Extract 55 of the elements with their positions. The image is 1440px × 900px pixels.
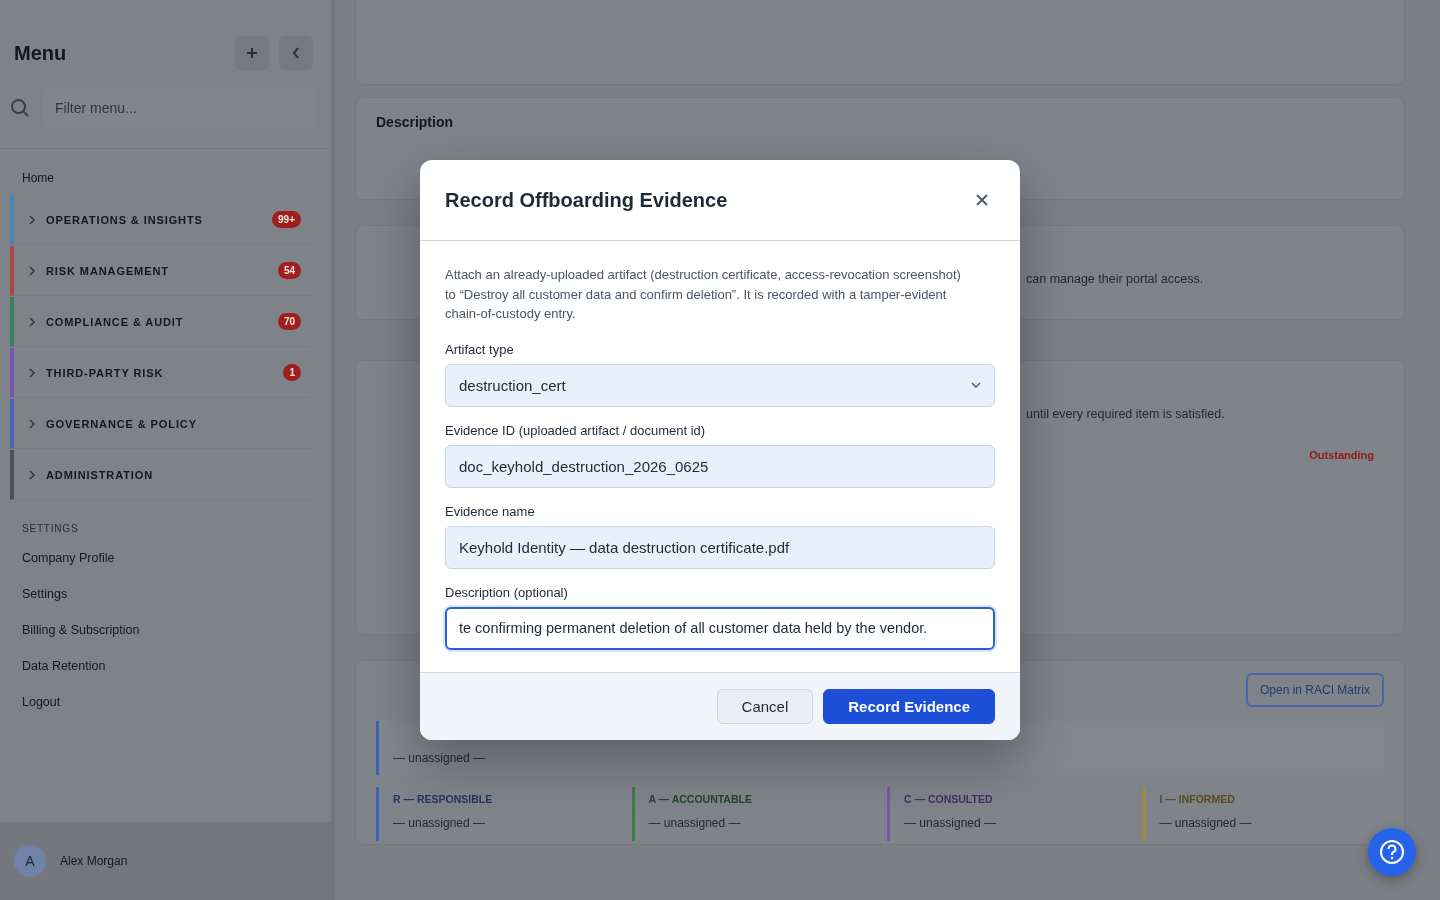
section-heading: SETTINGS bbox=[22, 523, 80, 534]
body-text: until every required item is satisfied. bbox=[1026, 407, 1225, 421]
menu-group[interactable]: RISK MANAGEMENT 54 bbox=[10, 246, 311, 296]
section-heading: Description bbox=[376, 114, 454, 130]
settings-link[interactable]: Company Profile bbox=[22, 540, 309, 576]
chevron-icon bbox=[28, 214, 36, 225]
chevron-icon bbox=[28, 469, 36, 480]
count-badge: 1 bbox=[283, 364, 301, 381]
body-text: can manage their portal access. bbox=[1026, 272, 1204, 286]
dialog-description: Attach an already-uploaded artifact (destruction certificate, access-revocation screenshot) to “Destroy all customer data and confirm deletion”. It is recorded with a tamper-evident chain-of-custody entry. bbox=[445, 266, 962, 324]
chevron-down-icon bbox=[971, 382, 981, 389]
raci-role: C — CONSULTED — unassigned — bbox=[887, 787, 1129, 841]
chevron-left-icon bbox=[292, 47, 300, 59]
menu-group[interactable]: COMPLIANCE & AUDIT 70 bbox=[10, 297, 311, 347]
chevron-icon bbox=[28, 265, 36, 276]
input-field[interactable]: te confirming permanent deletion of all customer data held by the vendor. bbox=[445, 606, 995, 650]
count-badge: 54 bbox=[277, 262, 301, 279]
record-evidence-button[interactable]: Record Evidence bbox=[823, 688, 995, 724]
menu-group[interactable]: OPERATIONS & INSIGHTS 99+ bbox=[10, 195, 311, 245]
chevron-icon bbox=[28, 316, 36, 327]
settings-link[interactable]: Settings bbox=[22, 576, 309, 612]
count-badge: 70 bbox=[277, 313, 301, 330]
chevron-icon bbox=[28, 418, 36, 429]
raci-role: R — RESPONSIBLE — unassigned — bbox=[376, 787, 618, 841]
add-button[interactable] bbox=[235, 36, 269, 70]
plus-icon bbox=[246, 47, 258, 59]
field-label: Description (optional) bbox=[445, 584, 569, 600]
input-field[interactable]: doc_keyhold_destruction_2026_0625 bbox=[445, 444, 995, 488]
field-label: Artifact type bbox=[445, 341, 515, 357]
close-icon bbox=[976, 194, 988, 207]
owner-value: — unassigned — bbox=[393, 751, 486, 765]
help-icon bbox=[1379, 839, 1405, 865]
raci-role: A — ACCOUNTABLE — unassigned — bbox=[631, 787, 873, 841]
artifact-type-select[interactable]: destruction_cert bbox=[445, 363, 995, 407]
menu-group[interactable]: THIRD-PARTY RISK 1 bbox=[10, 348, 311, 398]
input-field[interactable]: Keyhold Identity — data destruction certificate.pdf bbox=[445, 525, 995, 569]
field-label: Evidence ID (uploaded artifact / document id) bbox=[445, 422, 707, 438]
help-button[interactable] bbox=[1368, 828, 1416, 876]
count-badge: 99+ bbox=[272, 211, 301, 228]
home-link[interactable]: Home bbox=[22, 171, 309, 185]
menu-title: Menu bbox=[14, 41, 67, 65]
cancel-button[interactable]: Cancel bbox=[716, 688, 814, 724]
settings-link[interactable]: Data Retention bbox=[22, 648, 309, 684]
menu-group[interactable]: ADMINISTRATION bbox=[10, 450, 311, 500]
search-icon bbox=[10, 98, 30, 118]
menu-group[interactable]: GOVERNANCE & POLICY bbox=[10, 399, 311, 449]
field-label: Evidence name bbox=[445, 503, 536, 519]
settings-link[interactable]: Logout bbox=[22, 684, 309, 720]
settings-link[interactable]: Billing & Subscription bbox=[22, 612, 309, 648]
user-avatar[interactable]: A bbox=[14, 845, 46, 877]
filter-field[interactable]: Filter menu... bbox=[42, 88, 317, 128]
dialog-title: Record Offboarding Evidence bbox=[445, 188, 728, 212]
user-name: Alex Morgan bbox=[60, 854, 128, 868]
status-label: Outstanding bbox=[1309, 449, 1374, 461]
chevron-icon bbox=[28, 367, 36, 378]
